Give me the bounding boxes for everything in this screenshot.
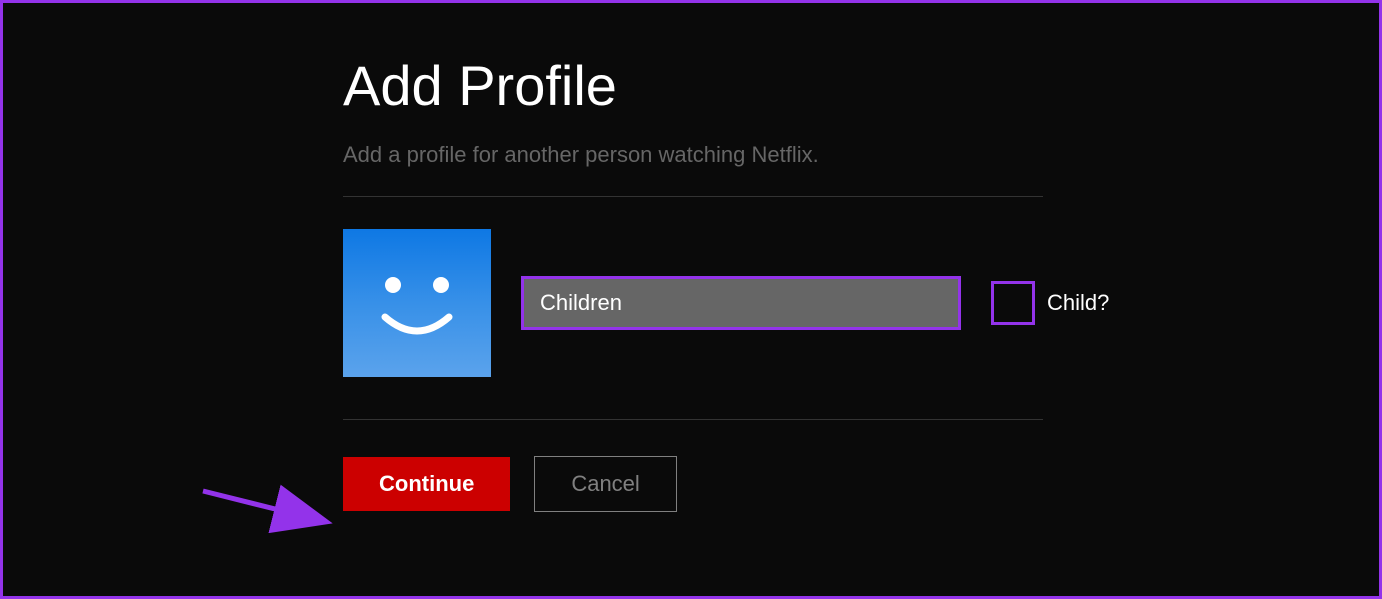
profile-name-input[interactable] [521, 276, 961, 330]
child-checkbox[interactable] [991, 281, 1035, 325]
page-title: Add Profile [343, 53, 1379, 118]
profile-avatar[interactable] [343, 229, 491, 377]
child-checkbox-group: Child? [991, 281, 1109, 325]
divider [343, 196, 1043, 197]
smiley-face-icon [343, 229, 491, 377]
page-subtitle: Add a profile for another person watchin… [343, 142, 1379, 168]
button-row: Continue Cancel [343, 456, 1379, 512]
profile-form-row: Child? [343, 229, 1379, 377]
cancel-button[interactable]: Cancel [534, 456, 676, 512]
continue-button[interactable]: Continue [343, 457, 510, 511]
child-label: Child? [1047, 290, 1109, 316]
divider [343, 419, 1043, 420]
